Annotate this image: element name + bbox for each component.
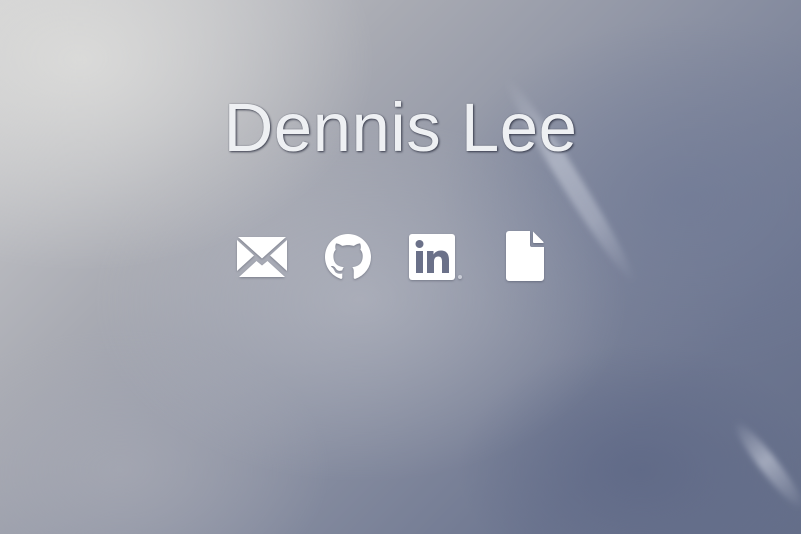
- resume-link[interactable]: [506, 231, 546, 281]
- email-icon: [237, 237, 287, 277]
- linkedin-link[interactable]: [409, 234, 465, 280]
- github-icon: [325, 234, 371, 279]
- github-link[interactable]: [325, 234, 371, 280]
- cloud-streak: [728, 416, 801, 514]
- email-link[interactable]: [237, 236, 287, 278]
- document-icon: [506, 231, 544, 281]
- profile-name: Dennis Lee: [223, 89, 578, 166]
- linkedin-icon: [409, 234, 462, 280]
- social-links: [0, 228, 801, 284]
